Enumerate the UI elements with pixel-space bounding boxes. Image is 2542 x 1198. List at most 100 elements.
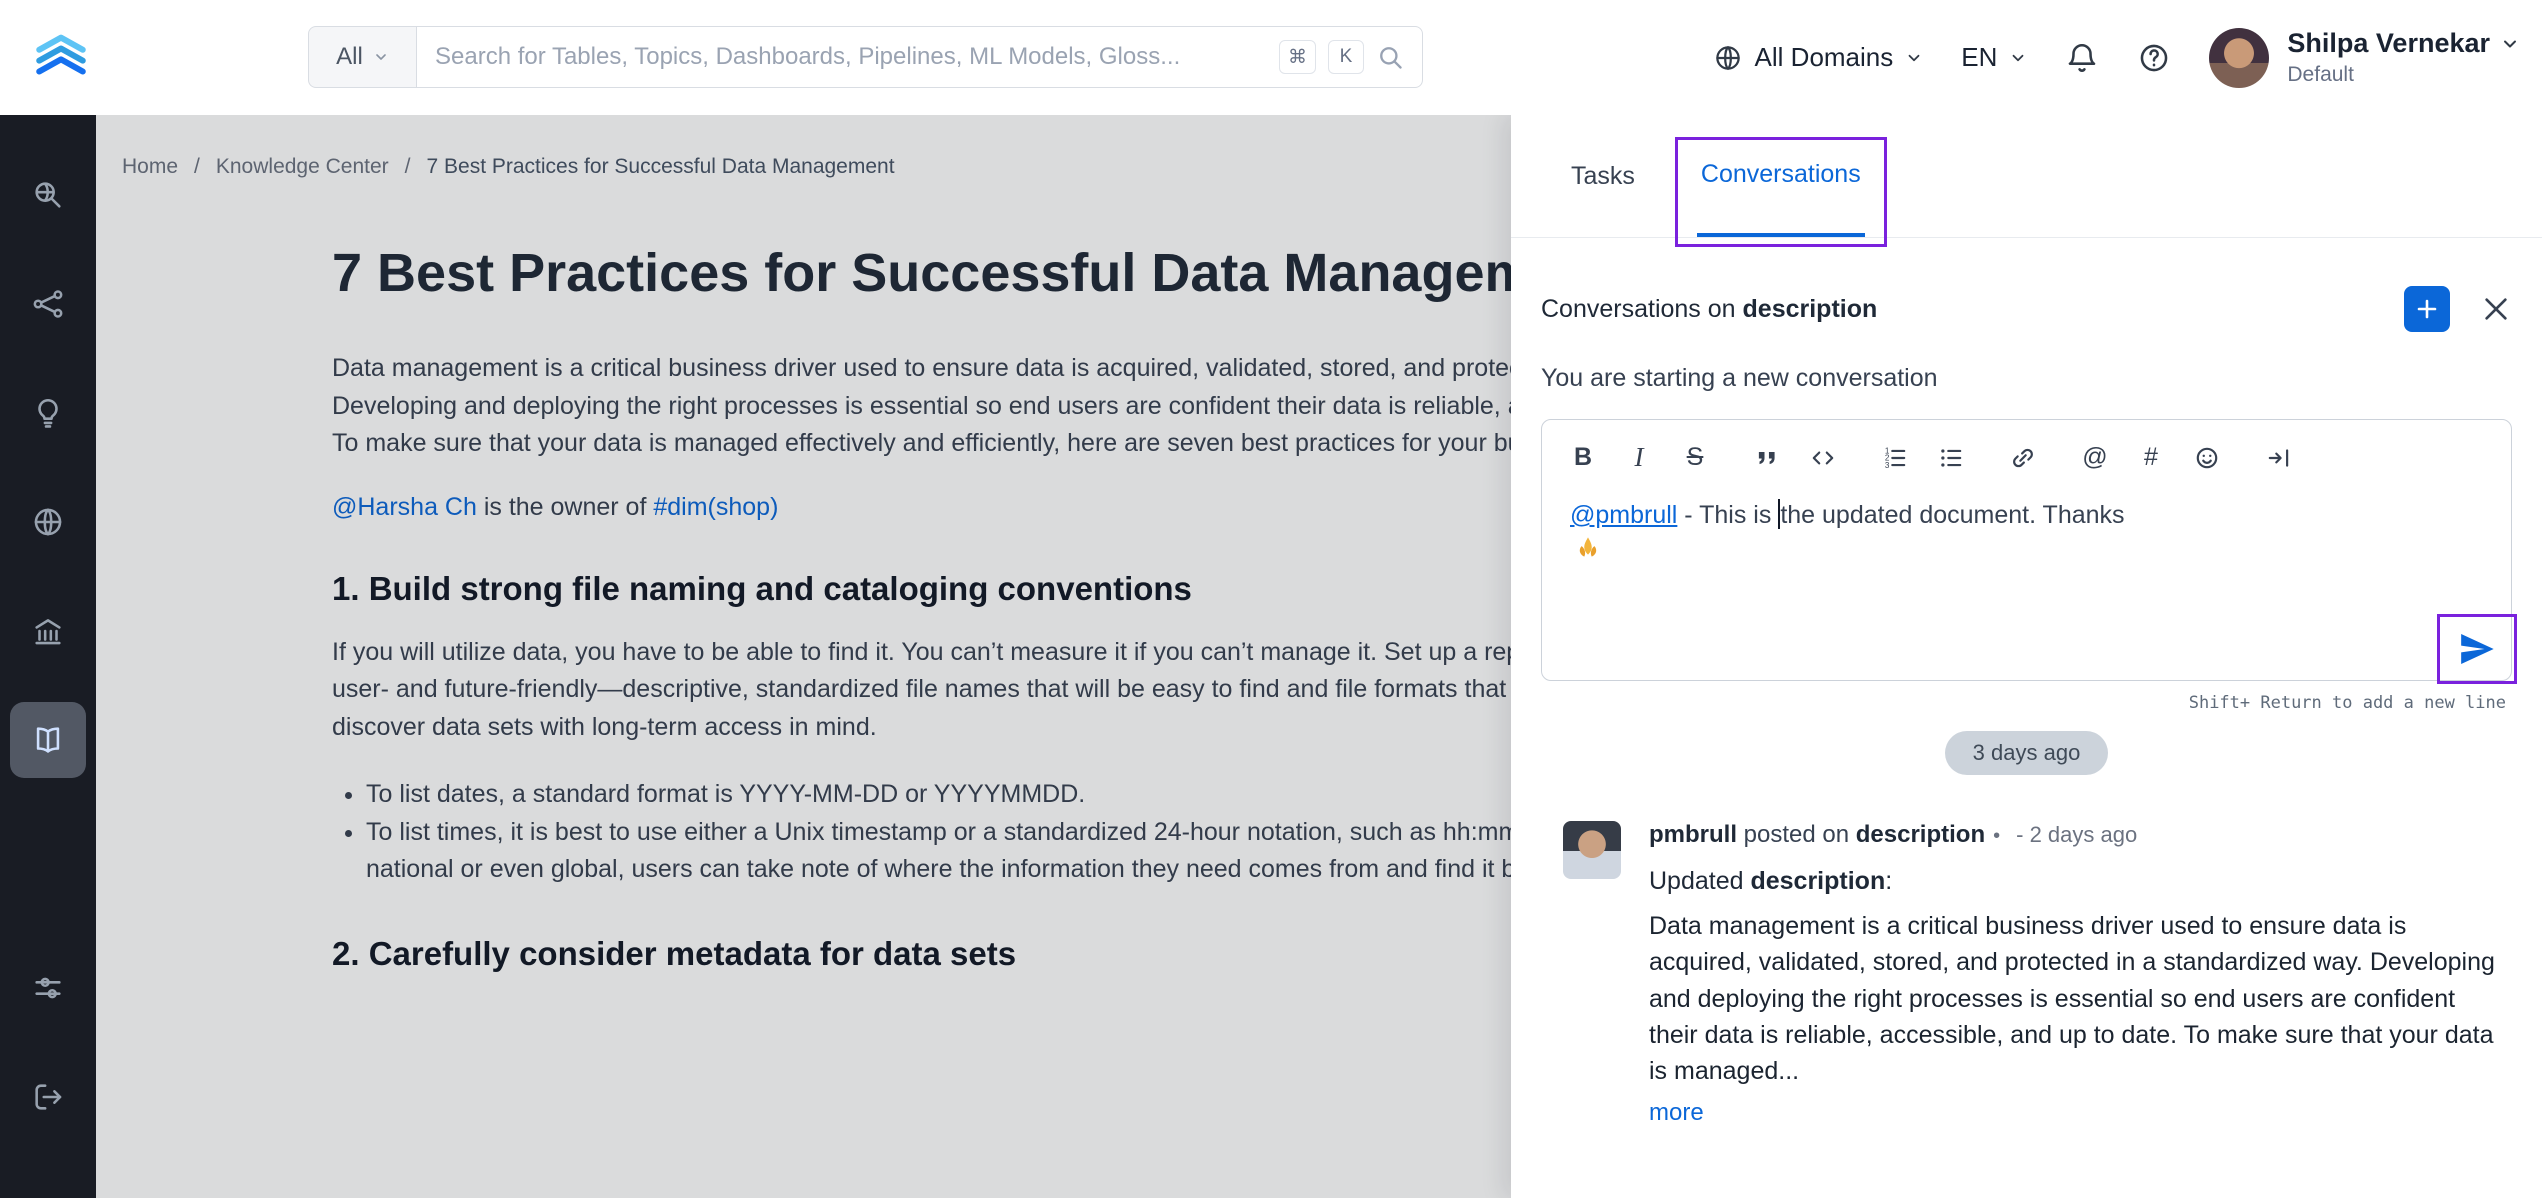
blockquote-button[interactable] <box>1754 445 1780 471</box>
tab-tasks[interactable]: Tasks <box>1567 115 1639 237</box>
sidebar-item-explore[interactable] <box>10 157 86 233</box>
post-author-name[interactable]: pmbrull <box>1649 821 1737 848</box>
left-nav-sidebar <box>0 115 96 1198</box>
hashtag-button[interactable]: # <box>2138 443 2164 472</box>
chevron-down-icon <box>2009 49 2027 67</box>
notifications-bell-icon[interactable] <box>2065 41 2099 75</box>
search-input[interactable] <box>435 43 1267 71</box>
mention-button[interactable]: @ <box>2082 443 2108 472</box>
sidebar-item-settings[interactable] <box>10 950 86 1026</box>
user-name: Shilpa Vernekar <box>2287 28 2490 59</box>
sidebar-item-logout[interactable] <box>10 1059 86 1135</box>
lightbulb-icon <box>31 396 65 430</box>
post-content: pmbrull posted on description • - 2 days a… <box>1649 821 2508 1127</box>
header-actions: All Domains EN Shilpa Vernekar <box>1713 0 2520 115</box>
add-conversation-button[interactable] <box>2404 286 2450 332</box>
bank-icon <box>31 614 65 648</box>
post-updated-line: Updated description: <box>1649 867 2508 896</box>
tab-conversations-label: Conversations <box>1701 160 1861 189</box>
plus-icon <box>2415 297 2439 321</box>
language-dropdown[interactable]: EN <box>1961 42 2027 73</box>
emoji-smile-icon <box>2194 445 2220 471</box>
code-block-button[interactable] <box>1810 445 1836 471</box>
more-link[interactable]: more <box>1649 1099 2508 1127</box>
lineage-nodes-icon <box>31 287 65 321</box>
activity-drawer: Tasks Conversations Conversations on des… <box>1511 115 2542 1198</box>
shortcut-k-key: K <box>1328 40 1364 74</box>
post-timestamp: - 2 days ago <box>2016 822 2137 847</box>
shortcut-cmd-key: ⌘ <box>1279 40 1316 74</box>
chevron-down-icon <box>373 49 389 65</box>
italic-button[interactable]: I <box>1626 442 1652 473</box>
quote-icon <box>1754 445 1780 471</box>
chevron-down-icon <box>2500 34 2520 54</box>
bold-button[interactable]: B <box>1570 443 1596 472</box>
conversations-title-prefix: Conversations on <box>1541 295 1743 323</box>
sidebar-item-domains[interactable] <box>10 484 86 560</box>
new-conversation-text: You are starting a new conversation <box>1541 364 2512 393</box>
search-icon[interactable] <box>1376 43 1404 71</box>
link-button[interactable] <box>2010 445 2036 471</box>
editor-hint: Shift+ Return to add a new line <box>1511 693 2506 713</box>
language-label: EN <box>1961 42 1997 73</box>
send-button[interactable] <box>2457 629 2497 669</box>
ordered-list-button[interactable]: 123 <box>1882 445 1908 471</box>
user-profile-menu[interactable]: Shilpa Vernekar Default <box>2209 28 2520 88</box>
close-drawer-button[interactable] <box>2480 293 2512 325</box>
chevron-down-icon <box>1905 49 1923 67</box>
svg-text:3: 3 <box>1885 460 1890 469</box>
sidebar-item-govern[interactable] <box>10 593 86 669</box>
time-divider-row: 3 days ago <box>1511 731 2542 775</box>
post-field-name: description <box>1856 821 1985 848</box>
post-updated-field: description <box>1750 867 1885 895</box>
logout-icon <box>31 1080 65 1114</box>
explore-search-icon <box>31 178 65 212</box>
bullet-list-button[interactable] <box>1938 445 1964 471</box>
book-icon <box>31 723 65 757</box>
bullet-list-icon <box>1938 445 1964 471</box>
time-divider-pill: 3 days ago <box>1945 731 2109 775</box>
editor-toolbar: B I S 123 @ # <box>1542 420 2511 481</box>
sidebar-item-lineage[interactable] <box>10 266 86 342</box>
sidebar-item-observability[interactable] <box>10 375 86 451</box>
globe-icon <box>31 505 65 539</box>
post-body-text: Data management is a critical business d… <box>1649 908 2508 1089</box>
search-input-box: ⌘ K <box>416 26 1423 88</box>
editor-mention-link[interactable]: @pmbrull <box>1570 501 1677 529</box>
post-updated-prefix: Updated <box>1649 867 1750 895</box>
code-icon <box>1810 445 1836 471</box>
editor-text-after: the updated document. Thanks <box>1780 501 2124 529</box>
sliders-icon <box>31 971 65 1005</box>
post-header: pmbrull posted on description • - 2 days a… <box>1649 821 2508 849</box>
emoji-button[interactable] <box>2194 445 2220 471</box>
top-bar: All ⌘ K All Domains EN <box>0 0 2542 115</box>
sidebar-item-knowledge-center[interactable] <box>10 702 86 778</box>
domains-label: All Domains <box>1755 42 1894 73</box>
domains-dropdown[interactable]: All Domains <box>1713 42 1924 73</box>
insert-paragraph-button[interactable] <box>2266 445 2292 471</box>
tab-conversations[interactable]: Conversations <box>1697 115 1865 237</box>
user-name-block: Shilpa Vernekar Default <box>2287 28 2520 87</box>
user-avatar <box>2209 28 2269 88</box>
app-logo-icon[interactable] <box>30 26 92 88</box>
post-dot-separator: • <box>1993 825 2000 847</box>
help-icon[interactable] <box>2137 41 2171 75</box>
annotation-box-send <box>2437 614 2517 684</box>
globe-icon <box>1713 43 1743 73</box>
drawer-backdrop[interactable] <box>96 115 1511 1198</box>
strikethrough-button[interactable]: S <box>1682 443 1708 472</box>
editor-text-before: - This is <box>1677 501 1778 529</box>
send-icon <box>2457 629 2497 669</box>
conversations-title: Conversations on description <box>1541 295 2404 324</box>
folded-hands-emoji <box>1574 535 1602 563</box>
conversations-header: Conversations on description <box>1541 286 2512 332</box>
insert-paragraph-icon <box>2266 445 2292 471</box>
link-icon <box>2010 445 2036 471</box>
editor-text-area[interactable]: @pmbrull - This is the updated document.… <box>1542 481 2511 579</box>
search-scope-dropdown[interactable]: All <box>308 26 416 88</box>
search-scope-label: All <box>336 43 363 71</box>
comment-editor[interactable]: B I S 123 @ # <box>1541 419 2512 681</box>
conversation-post: pmbrull posted on description • - 2 days a… <box>1563 821 2508 1127</box>
post-action-text: posted on <box>1737 821 1856 848</box>
app-screen: All ⌘ K All Domains EN <box>0 0 2542 1198</box>
